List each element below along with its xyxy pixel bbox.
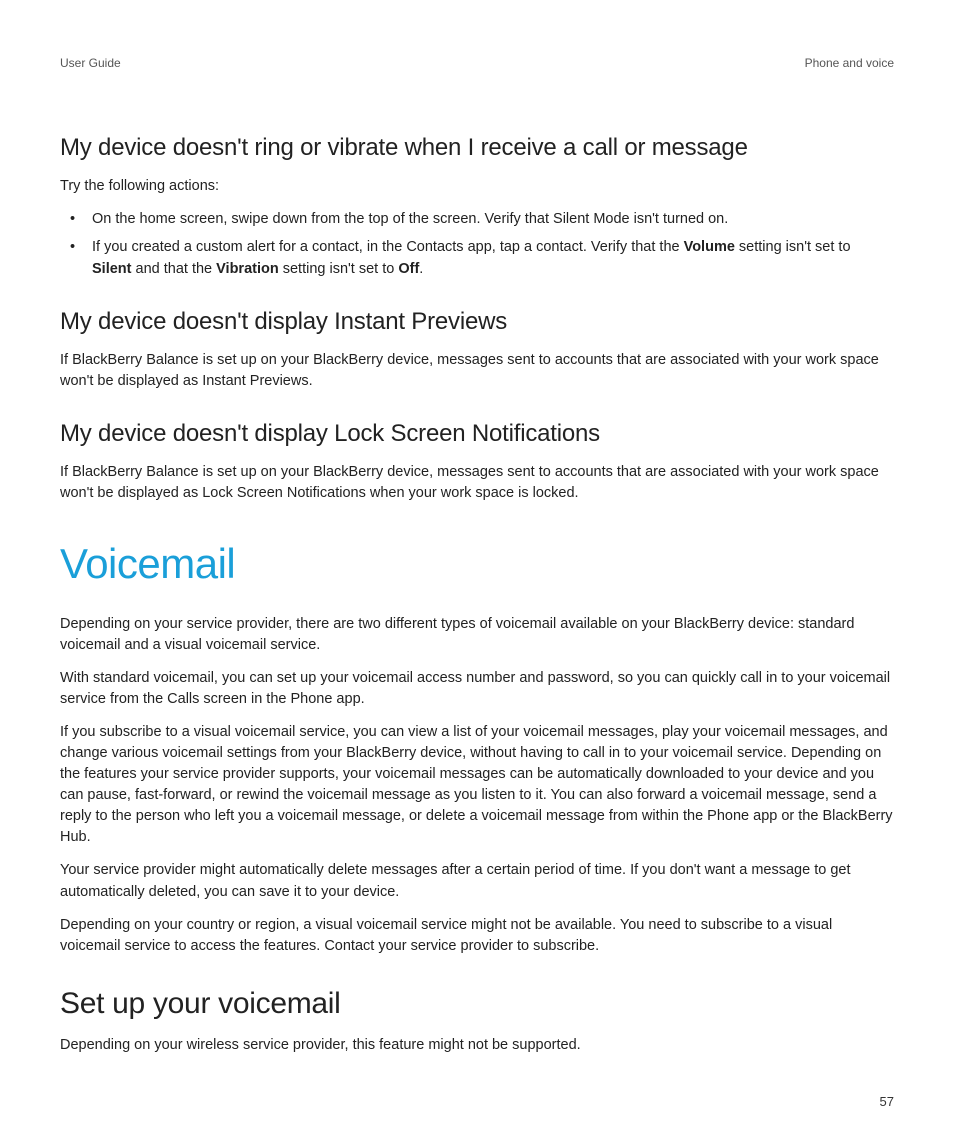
bullet-item: If you created a custom alert for a cont… xyxy=(84,237,894,281)
voicemail-p4: Your service provider might automaticall… xyxy=(60,860,894,902)
header-right: Phone and voice xyxy=(805,56,894,70)
text-fragment: setting isn't set to xyxy=(735,239,851,255)
text-fragment: and that the xyxy=(131,261,216,277)
bold-silent: Silent xyxy=(92,261,131,277)
header-left: User Guide xyxy=(60,56,121,70)
section-lock-body: If BlackBerry Balance is set up on your … xyxy=(60,462,894,504)
voicemail-title: Voicemail xyxy=(60,540,894,588)
voicemail-p5: Depending on your country or region, a v… xyxy=(60,915,894,957)
section-ring-title: My device doesn't ring or vibrate when I… xyxy=(60,134,894,162)
section-ring-intro: Try the following actions: xyxy=(60,176,894,197)
section-instant-title: My device doesn't display Instant Previe… xyxy=(60,308,894,336)
section-instant-body: If BlackBerry Balance is set up on your … xyxy=(60,350,894,392)
bold-off: Off xyxy=(398,261,419,277)
bullet-item: On the home screen, swipe down from the … xyxy=(84,209,894,231)
section-lock-title: My device doesn't display Lock Screen No… xyxy=(60,420,894,448)
text-fragment: . xyxy=(419,261,423,277)
text-fragment: setting isn't set to xyxy=(279,261,399,277)
voicemail-p2: With standard voicemail, you can set up … xyxy=(60,668,894,710)
voicemail-p1: Depending on your service provider, ther… xyxy=(60,614,894,656)
setup-voicemail-title: Set up your voicemail xyxy=(60,987,894,1021)
page-number: 57 xyxy=(880,1094,894,1109)
section-ring-bullets: On the home screen, swipe down from the … xyxy=(60,209,894,280)
setup-voicemail-body: Depending on your wireless service provi… xyxy=(60,1035,894,1056)
voicemail-p3: If you subscribe to a visual voicemail s… xyxy=(60,722,894,848)
bold-vibration: Vibration xyxy=(216,261,279,277)
bold-volume: Volume xyxy=(684,239,735,255)
page-header: User Guide Phone and voice xyxy=(60,56,894,70)
text-fragment: If you created a custom alert for a cont… xyxy=(92,239,684,255)
